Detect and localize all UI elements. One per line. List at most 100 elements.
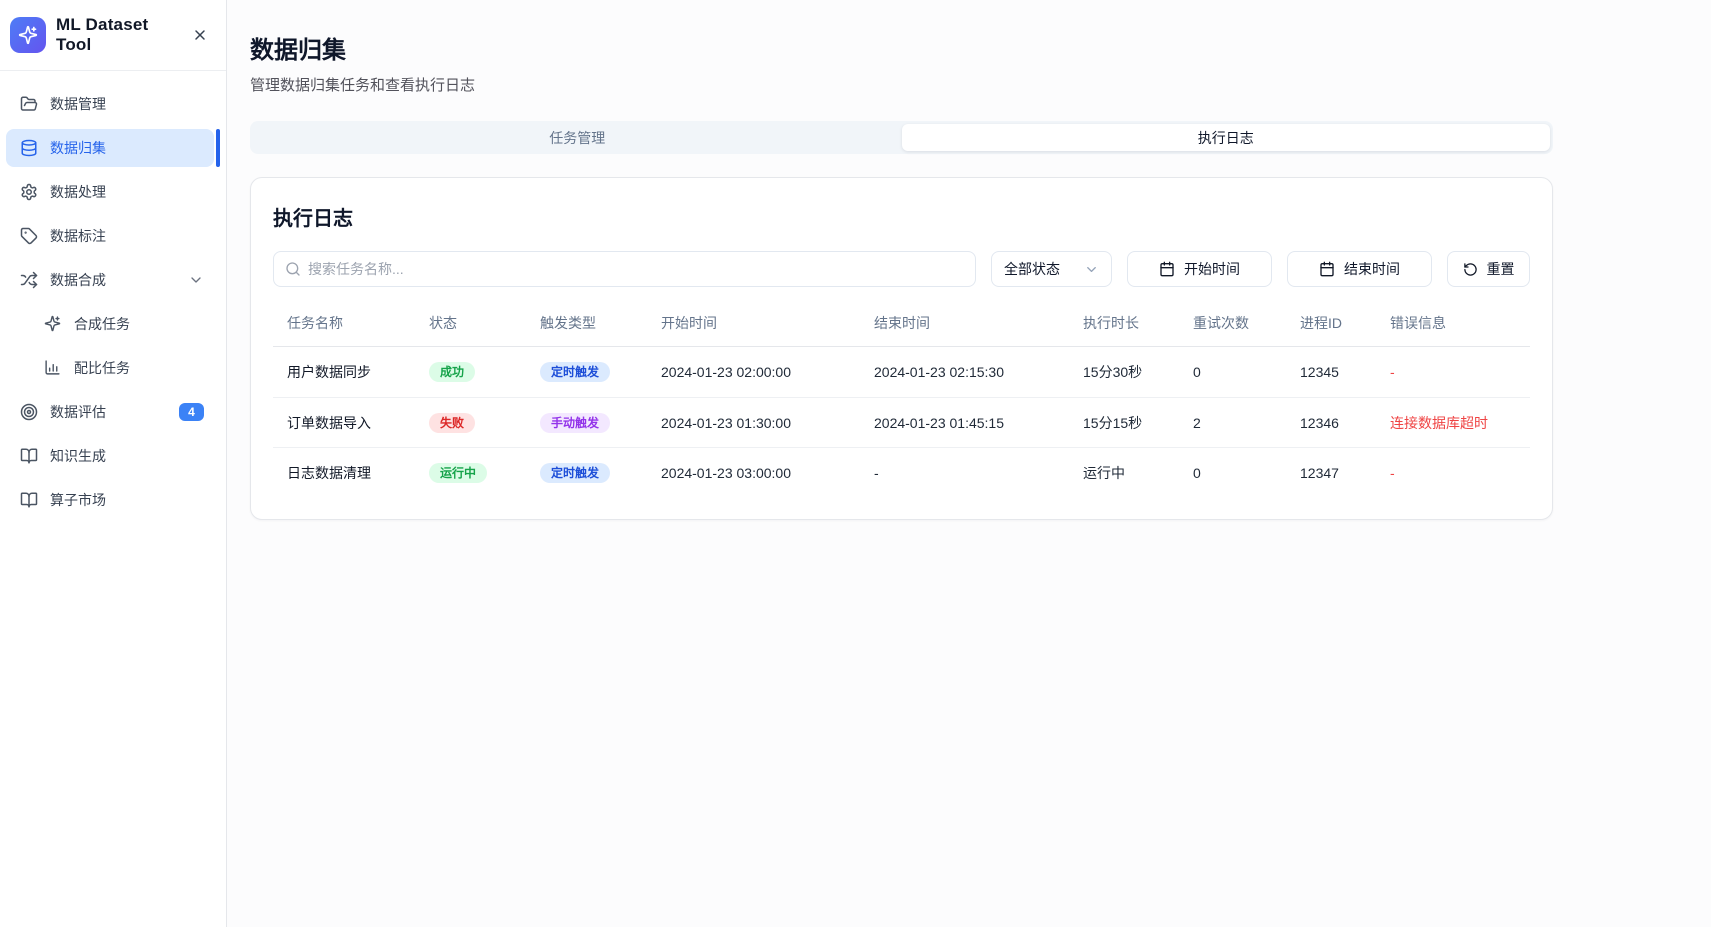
panel-heading: 执行日志 [273,202,1530,231]
page-subtitle: 管理数据归集任务和查看执行日志 [250,74,1553,95]
task-name: 用户数据同步 [287,362,429,382]
sidebar-item-data-synthesis[interactable]: 数据合成 [6,261,214,299]
logs-table: 任务名称 状态 触发类型 开始时间 结束时间 执行时长 重试次数 进程ID 错误… [273,313,1530,497]
sidebar-item-label: 算子市场 [50,490,204,510]
start-time: 2024-01-23 02:00:00 [661,364,874,380]
chevron-down-icon [188,272,204,288]
start-time-label: 开始时间 [1184,259,1240,279]
start-time: 2024-01-23 01:30:00 [661,415,874,431]
duration: 15分30秒 [1083,362,1193,382]
table-row: 订单数据导入 失败 手动触发 2024-01-23 01:30:00 2024-… [273,397,1530,447]
start-time: 2024-01-23 03:00:00 [661,465,874,481]
end-time-button[interactable]: 结束时间 [1287,251,1432,287]
end-time-label: 结束时间 [1344,259,1400,279]
task-name: 订单数据导入 [287,413,429,433]
duration: 15分15秒 [1083,413,1193,433]
rotate-ccw-icon [1463,262,1478,277]
evaluation-count-badge: 4 [179,403,204,421]
status-filter-select[interactable]: 全部状态 [991,251,1112,287]
column-header: 重试次数 [1193,313,1300,333]
search-input[interactable] [308,261,975,277]
tab-execution-logs[interactable]: 执行日志 [902,124,1551,151]
status-badge: 运行中 [429,463,487,483]
search-icon [285,261,301,277]
status-badge: 失败 [429,413,475,433]
sparkles-icon [44,315,62,333]
sidebar-item-data-collection[interactable]: 数据归集 [6,129,214,167]
task-name: 日志数据清理 [287,463,429,483]
trigger-badge: 手动触发 [540,413,610,433]
retry-count: 2 [1193,415,1300,431]
end-time: 2024-01-23 01:45:15 [874,415,1083,431]
target-icon [20,403,38,421]
column-header: 错误信息 [1390,313,1530,333]
folder-open-icon [20,95,38,113]
sidebar-item-ratio-tasks[interactable]: 配比任务 [6,349,214,387]
end-time: - [874,465,1083,481]
reset-button[interactable]: 重置 [1447,251,1530,287]
process-id: 12346 [1300,415,1390,431]
x-icon [192,27,208,43]
filter-toolbar: 全部状态 开始时间 结束时间 重置 [273,251,1530,287]
calendar-icon [1159,261,1175,277]
sidebar-item-label: 数据归集 [50,138,204,158]
book-open-icon [20,491,38,509]
sidebar-item-operator-market[interactable]: 算子市场 [6,481,214,519]
chevron-down-icon [1084,262,1099,277]
execution-logs-panel: 执行日志 全部状态 开始时间 结束时间 重置 [250,177,1553,520]
sidebar-item-synthesis-tasks[interactable]: 合成任务 [6,305,214,343]
column-header: 任务名称 [287,313,429,333]
retry-count: 0 [1193,364,1300,380]
trigger-badge: 定时触发 [540,463,610,483]
sidebar-item-data-processing[interactable]: 数据处理 [6,173,214,211]
column-header: 进程ID [1300,313,1390,333]
book-open-icon [20,447,38,465]
sidebar-item-label: 知识生成 [50,446,204,466]
sidebar-item-label: 数据合成 [50,270,176,290]
table-header-row: 任务名称 状态 触发类型 开始时间 结束时间 执行时长 重试次数 进程ID 错误… [273,313,1530,347]
sidebar-item-data-evaluation[interactable]: 数据评估 4 [6,393,214,431]
sidebar-item-label: 数据评估 [50,402,167,422]
database-icon [20,139,38,157]
sidebar-item-label: 数据标注 [50,226,204,246]
reset-label: 重置 [1487,259,1515,279]
status-filter-value: 全部状态 [1004,259,1060,279]
gear-icon [20,183,38,201]
process-id: 12347 [1300,465,1390,481]
column-header: 执行时长 [1083,313,1193,333]
sidebar-nav: 数据管理 数据归集 数据处理 数据标注 数据合成 合成任务 配比任务 [0,71,226,525]
status-badge: 成功 [429,362,475,382]
bar-chart-icon [44,359,62,377]
sidebar-item-label: 数据管理 [50,94,204,114]
sparkles-icon [18,25,38,45]
app-title: ML Dataset Tool [56,15,178,55]
table-body: 用户数据同步 成功 定时触发 2024-01-23 02:00:00 2024-… [273,347,1530,497]
process-id: 12345 [1300,364,1390,380]
table-row: 用户数据同步 成功 定时触发 2024-01-23 02:00:00 2024-… [273,347,1530,397]
sidebar-item-label: 配比任务 [74,358,204,378]
tab-bar: 任务管理 执行日志 [250,121,1553,154]
start-time-button[interactable]: 开始时间 [1127,251,1272,287]
close-sidebar-button[interactable] [188,23,212,47]
shuffle-icon [20,271,38,289]
search-box [273,251,976,287]
sidebar-item-data-labeling[interactable]: 数据标注 [6,217,214,255]
trigger-badge: 定时触发 [540,362,610,382]
retry-count: 0 [1193,465,1300,481]
tag-icon [20,227,38,245]
error-message: - [1390,364,1530,380]
sidebar-item-label: 数据处理 [50,182,204,202]
table-row: 日志数据清理 运行中 定时触发 2024-01-23 03:00:00 - 运行… [273,447,1530,497]
sidebar-item-data-management[interactable]: 数据管理 [6,85,214,123]
error-message: - [1390,465,1530,481]
sidebar-item-knowledge-generation[interactable]: 知识生成 [6,437,214,475]
tab-task-management[interactable]: 任务管理 [253,124,902,151]
sidebar-header: ML Dataset Tool [0,0,226,71]
calendar-icon [1319,261,1335,277]
sidebar-item-label: 合成任务 [74,314,204,334]
sidebar: ML Dataset Tool 数据管理 数据归集 数据处理 数据标注 数据合成 [0,0,227,927]
main-content: 数据归集 管理数据归集任务和查看执行日志 任务管理 执行日志 执行日志 全部状态… [227,0,1711,927]
page-title: 数据归集 [250,30,1553,65]
error-message: 连接数据库超时 [1390,413,1530,433]
column-header: 结束时间 [874,313,1083,333]
